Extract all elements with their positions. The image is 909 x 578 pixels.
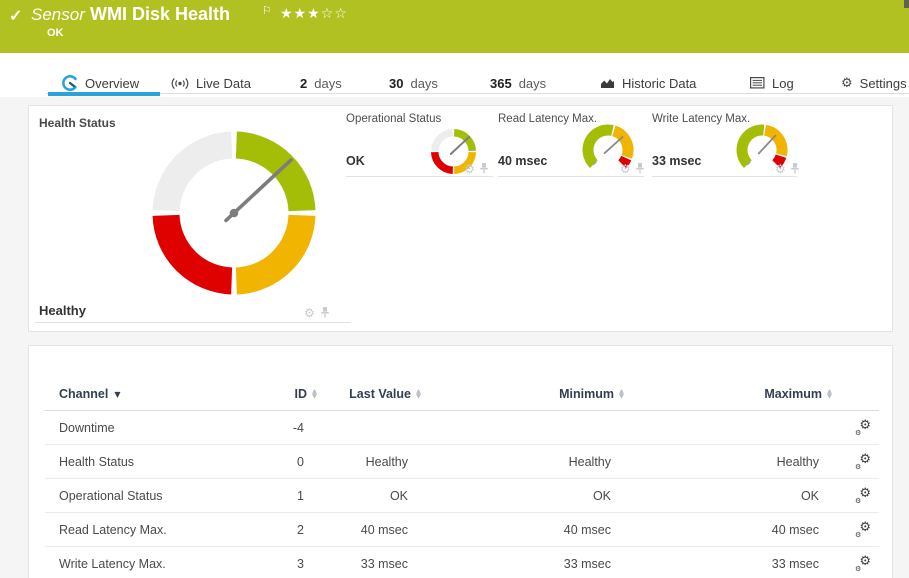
tab-unit: days xyxy=(518,75,547,91)
channel-settings-icon[interactable]: ⚙ ⚙ xyxy=(855,452,871,471)
gear-icon[interactable]: ⚙ xyxy=(775,163,786,175)
cell-minimum: 40 msec xyxy=(563,522,611,537)
cell-minimum: 33 msec xyxy=(563,556,611,571)
write-latency-gauge-value: 33 msec xyxy=(652,154,702,168)
live-data-icon xyxy=(171,77,189,89)
cell-id: 1 xyxy=(297,488,304,503)
operational-gauge-value: OK xyxy=(346,154,365,168)
channel-settings-icon[interactable]: ⚙ ⚙ xyxy=(855,418,871,437)
tab-365-days[interactable]: 365 days xyxy=(490,72,546,94)
cell-channel[interactable]: Operational Status xyxy=(59,489,259,503)
health-gauge-value: Healthy xyxy=(39,303,86,318)
priority-stars[interactable]: ★★★☆☆ xyxy=(280,6,348,22)
gauge-divider xyxy=(346,176,493,177)
gauge-divider xyxy=(498,176,644,177)
log-list-icon xyxy=(750,77,765,89)
cell-last-value: Healthy xyxy=(365,454,408,469)
table-header-row: Channel ▼ ID ▲ ▼ Last Value ▲ ▼ Minimum ▲ ▼… xyxy=(45,346,879,411)
cell-minimum: OK xyxy=(592,488,611,503)
cell-maximum: 40 msec xyxy=(771,522,819,537)
read-latency-gauge-value: 40 msec xyxy=(498,154,548,168)
tab-label: Live Data xyxy=(196,75,251,91)
cell-minimum: Healthy xyxy=(568,454,611,469)
scrollbar-corner xyxy=(904,0,909,8)
table-row: Read Latency Max. 2 40 msec 40 msec 40 m… xyxy=(45,513,879,547)
gauge-divider xyxy=(35,322,351,323)
tab-number: 2 xyxy=(300,75,308,91)
cell-channel[interactable]: Health Status xyxy=(59,455,259,469)
cell-last-value: 33 msec xyxy=(360,556,408,571)
channel-settings-icon[interactable]: ⚙ ⚙ xyxy=(855,486,871,505)
gauge-needle xyxy=(449,135,471,155)
tab-log[interactable]: Log xyxy=(750,72,794,94)
column-header-last-value[interactable]: Last Value ▲ ▼ xyxy=(304,387,421,410)
gauge-needle xyxy=(603,136,624,155)
gear-icon[interactable]: ⚙ xyxy=(464,163,475,175)
table-row: Downtime -4 ⚙ ⚙ xyxy=(45,411,879,445)
tab-unit: days xyxy=(314,75,342,91)
health-gauge-title: Health Status xyxy=(39,116,116,130)
gauges-panel: Health Status Healthy ⚙ Operational Stat… xyxy=(28,105,893,332)
sensor-header: ✓ Sensor WMI Disk Health ⚐ ★★★☆☆ OK xyxy=(0,0,909,53)
cell-channel[interactable]: Write Latency Max. xyxy=(59,557,259,571)
sort-icon: ▲ ▼ xyxy=(827,387,832,400)
cell-last-value: 40 msec xyxy=(360,522,408,537)
operational-gauge-title: Operational Status xyxy=(346,113,442,125)
cell-maximum: Healthy xyxy=(776,454,819,469)
gear-icon: ⚙ xyxy=(841,75,853,91)
cell-id: 2 xyxy=(297,522,304,537)
sort-desc-icon: ▼ xyxy=(114,389,121,399)
gauge-divider xyxy=(652,176,797,177)
tab-30-days[interactable]: 30 days xyxy=(389,72,438,94)
channel-settings-icon[interactable]: ⚙ ⚙ xyxy=(855,520,871,539)
tab-unit: days xyxy=(410,75,438,91)
column-header-maximum[interactable]: Maximum ▲ ▼ xyxy=(611,387,832,410)
channel-settings-icon[interactable]: ⚙ ⚙ xyxy=(855,554,871,573)
cell-maximum: OK xyxy=(800,488,819,503)
tab-label: Settings xyxy=(859,75,907,91)
page-title: WMI Disk Health xyxy=(90,4,231,24)
gauge-icon xyxy=(62,75,77,91)
cell-channel[interactable]: Downtime xyxy=(59,421,259,435)
table-row: Write Latency Max. 3 33 msec 33 msec 33 … xyxy=(45,547,879,578)
flag-icon[interactable]: ⚐ xyxy=(262,4,272,17)
health-status-gauge xyxy=(152,131,316,295)
tab-settings[interactable]: ⚙ Settings xyxy=(841,72,907,94)
tab-label: Overview xyxy=(85,75,140,91)
tab-label: Historic Data xyxy=(622,75,697,91)
channel-table-panel: Channel ▼ ID ▲ ▼ Last Value ▲ ▼ Minimum ▲ ▼… xyxy=(28,345,893,578)
tab-live-data[interactable]: Live Data xyxy=(171,72,251,94)
table-row: Operational Status 1 OK OK OK ⚙ ⚙ xyxy=(45,479,879,513)
gauge-needle xyxy=(757,134,777,155)
cell-id: -4 xyxy=(292,420,304,435)
pin-icon[interactable] xyxy=(635,162,645,174)
table-row: Health Status 0 Healthy Healthy Healthy … xyxy=(45,445,879,479)
column-header-minimum[interactable]: Minimum ▲ ▼ xyxy=(408,387,624,410)
prtg-sensor-page: ✓ Sensor WMI Disk Health ⚐ ★★★☆☆ OK Over… xyxy=(0,0,909,578)
gear-icon[interactable]: ⚙ xyxy=(620,163,631,175)
cell-last-value: OK xyxy=(389,488,408,503)
status-badge: OK xyxy=(47,27,64,39)
area-chart-icon xyxy=(601,79,614,88)
column-header-channel[interactable]: Channel ▼ xyxy=(59,387,259,410)
gear-icon[interactable]: ⚙ xyxy=(304,307,315,319)
pin-icon[interactable] xyxy=(790,162,800,174)
tab-overview[interactable]: Overview xyxy=(62,72,139,94)
cell-id: 3 xyxy=(297,556,304,571)
tab-2-days[interactable]: 2 days xyxy=(300,72,342,94)
pin-icon[interactable] xyxy=(479,162,489,174)
pin-icon[interactable] xyxy=(320,306,330,318)
tab-label: Log xyxy=(772,75,794,91)
status-check-icon: ✓ xyxy=(9,8,23,25)
cell-channel[interactable]: Read Latency Max. xyxy=(59,523,259,537)
cell-id: 0 xyxy=(297,454,304,469)
cell-maximum: 33 msec xyxy=(771,556,819,571)
tab-historic-data[interactable]: Historic Data xyxy=(600,72,696,94)
tab-number: 30 xyxy=(389,75,404,91)
tab-number: 365 xyxy=(490,75,512,91)
column-header-id[interactable]: ID ▲ ▼ xyxy=(259,387,318,410)
object-kind-label: Sensor xyxy=(31,5,85,24)
